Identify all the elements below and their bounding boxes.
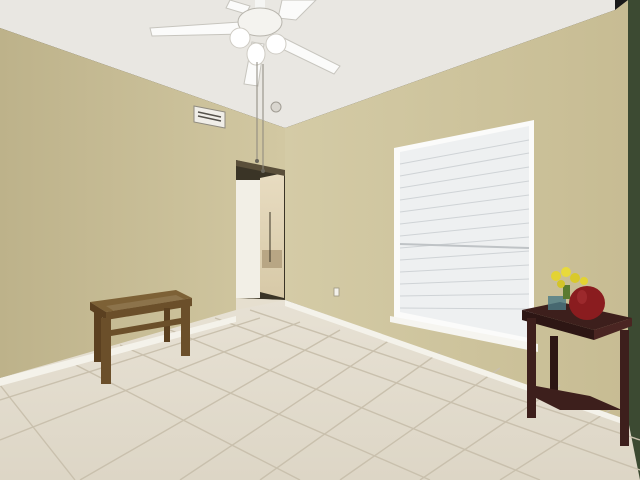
wall-outlet: [333, 287, 340, 297]
window-with-blinds: [390, 120, 538, 352]
smoke-detector: [270, 101, 282, 113]
room-illustration: [0, 0, 640, 480]
hallway-doorway: [236, 160, 285, 322]
right-edge-trim: [628, 0, 640, 480]
room-photo: [0, 0, 640, 480]
